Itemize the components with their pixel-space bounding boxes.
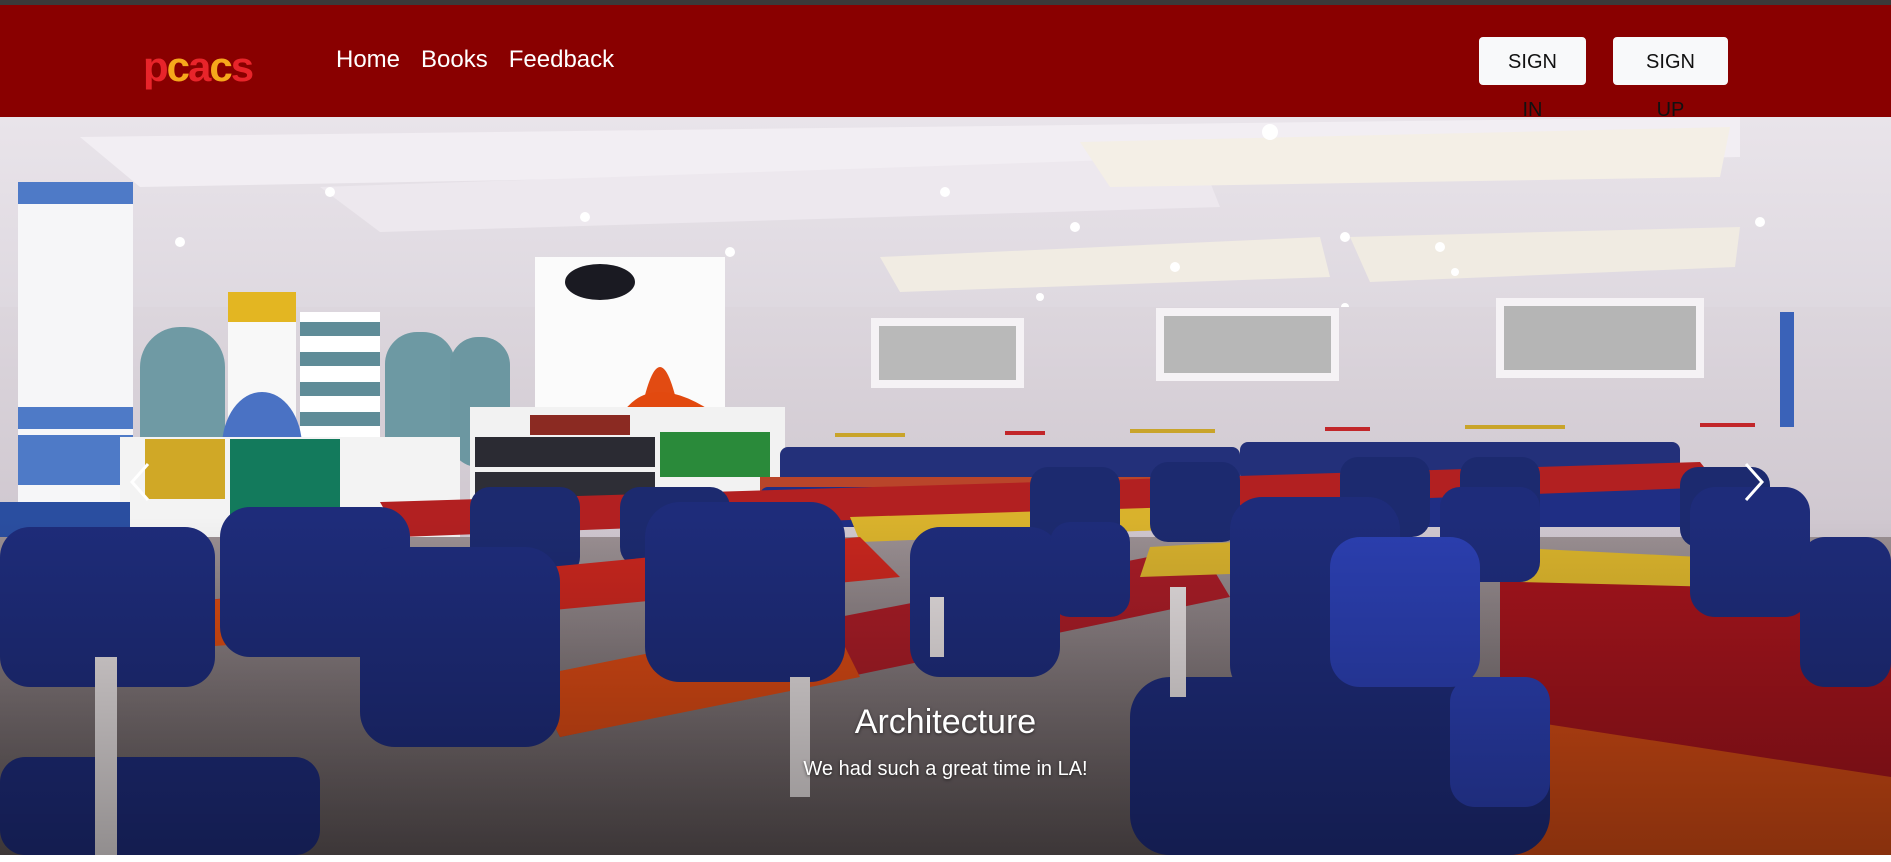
brand-letter: c bbox=[209, 43, 232, 90]
brand-letter: a bbox=[188, 43, 211, 90]
carousel-prev-control[interactable] bbox=[110, 407, 170, 557]
carousel-slide-image bbox=[0, 117, 1891, 855]
carousel-caption-title: Architecture bbox=[854, 703, 1037, 741]
chevron-right-icon bbox=[1744, 463, 1765, 501]
brand-letter: s bbox=[230, 43, 254, 90]
navbar: pcacs Home Books Feedback SIGN IN SIGN U… bbox=[0, 5, 1891, 121]
chevron-left-icon bbox=[129, 463, 150, 501]
nav-link-feedback[interactable]: Feedback bbox=[509, 45, 614, 75]
nav-link-books[interactable]: Books bbox=[421, 45, 488, 75]
page-bottom bbox=[0, 855, 1891, 862]
nav-links: Home Books Feedback bbox=[336, 45, 614, 75]
sign-up-button[interactable]: SIGN UP bbox=[1613, 37, 1728, 121]
carousel-next-control[interactable] bbox=[1724, 407, 1784, 557]
carousel: Architecture We had such a great time in… bbox=[0, 117, 1891, 855]
carousel-caption-text: We had such a great time in LA! bbox=[803, 758, 1088, 780]
brand-letter: c bbox=[166, 43, 190, 90]
brand-letter: p bbox=[143, 43, 169, 90]
brand-logo[interactable]: pcacs bbox=[143, 43, 254, 91]
nav-link-home[interactable]: Home bbox=[336, 45, 400, 75]
sign-in-button[interactable]: SIGN IN bbox=[1479, 37, 1586, 121]
